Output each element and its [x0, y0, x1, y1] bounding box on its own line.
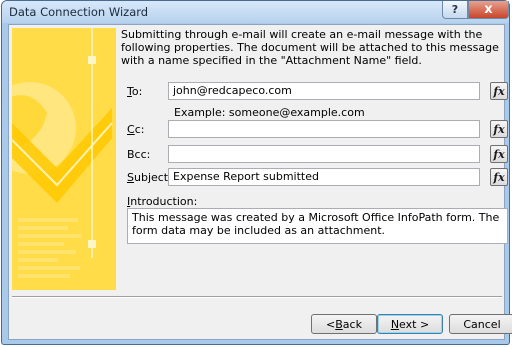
wizard-body: Submitting through e-mail will create an…: [8, 24, 512, 340]
introduction-textarea[interactable]: This message was created by a Microsoft …: [127, 208, 508, 244]
cc-formula-button[interactable]: fx: [490, 120, 508, 138]
to-label: To:: [127, 85, 143, 98]
bcc-field[interactable]: [168, 145, 480, 163]
back-button[interactable]: < Back: [311, 314, 377, 334]
to-value: john@redcapeco.com: [173, 84, 292, 97]
help-button[interactable]: ?: [442, 1, 468, 19]
to-field[interactable]: john@redcapeco.com: [168, 82, 480, 100]
subject-label: Subject:: [127, 171, 172, 184]
next-button[interactable]: Next >: [377, 314, 443, 334]
window-title: Data Connection Wizard: [9, 5, 149, 19]
wizard-illustration: [12, 28, 116, 290]
subject-field[interactable]: Expense Report submitted: [168, 168, 480, 186]
footer-separator: [12, 296, 502, 298]
title-bar[interactable]: Data Connection Wizard ? x: [2, 1, 509, 23]
to-example-hint: Example: someone@example.com: [174, 106, 365, 119]
cancel-button[interactable]: Cancel: [449, 314, 512, 334]
bcc-formula-button[interactable]: fx: [490, 145, 508, 163]
globe-email-illustration: [12, 28, 116, 290]
cc-field[interactable]: [168, 120, 480, 138]
subject-formula-button[interactable]: fx: [490, 168, 508, 186]
introduction-label: Introduction:: [127, 195, 198, 208]
bcc-label: Bcc:: [127, 148, 151, 161]
close-button[interactable]: x: [468, 1, 509, 19]
description-text: Submitting through e-mail will create an…: [121, 28, 499, 67]
cc-label: Cc:: [127, 123, 145, 136]
to-formula-button[interactable]: fx: [490, 82, 508, 100]
wizard-window: Data Connection Wizard ? x Submitting th…: [1, 0, 512, 345]
